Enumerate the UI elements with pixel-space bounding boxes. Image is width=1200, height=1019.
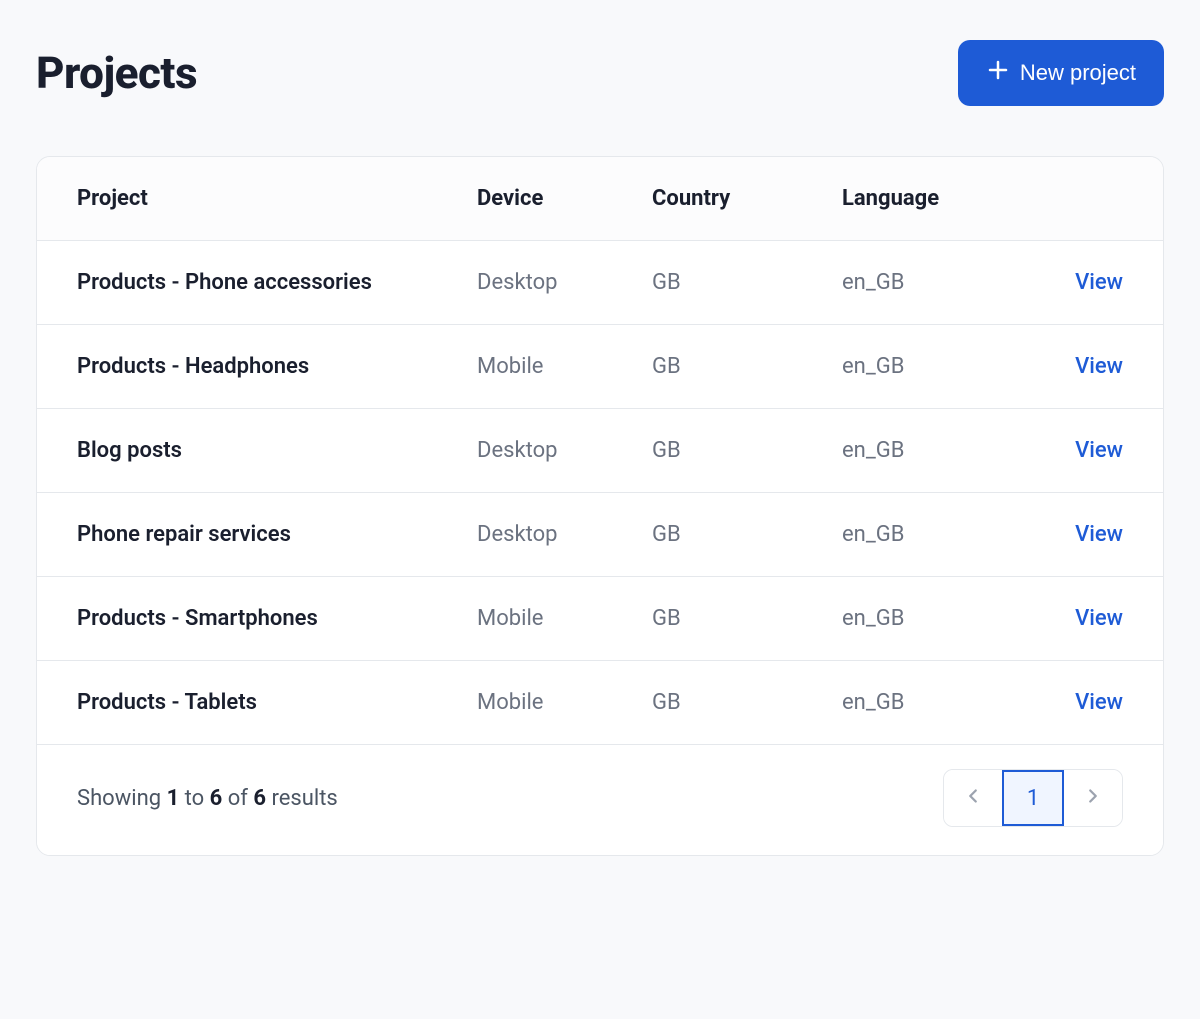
view-link[interactable]: View xyxy=(1075,690,1123,715)
cell-device: Desktop xyxy=(477,438,652,463)
table-body: Products - Phone accessoriesDesktopGBen_… xyxy=(37,241,1163,745)
plus-icon xyxy=(986,58,1010,88)
cell-country: GB xyxy=(652,690,842,715)
cell-country: GB xyxy=(652,606,842,631)
cell-action: View xyxy=(1032,606,1123,631)
cell-device: Mobile xyxy=(477,606,652,631)
view-link[interactable]: View xyxy=(1075,438,1123,463)
cell-device: Desktop xyxy=(477,522,652,547)
showing-prefix: Showing xyxy=(77,786,167,811)
column-header-country: Country xyxy=(652,186,842,211)
cell-device: Mobile xyxy=(477,690,652,715)
pagination-next-button[interactable] xyxy=(1064,770,1122,826)
cell-country: GB xyxy=(652,270,842,295)
new-project-label: New project xyxy=(1020,60,1136,86)
table-row: Blog postsDesktopGBen_GB View xyxy=(37,409,1163,493)
cell-project: Products - Tablets xyxy=(77,690,477,715)
cell-language: en_GB xyxy=(842,690,1032,715)
new-project-button[interactable]: New project xyxy=(958,40,1164,106)
cell-action: View xyxy=(1032,438,1123,463)
view-link[interactable]: View xyxy=(1075,522,1123,547)
cell-language: en_GB xyxy=(842,270,1032,295)
results-summary: Showing 1 to 6 of 6 results xyxy=(77,786,338,811)
table-row: Products - TabletsMobileGBen_GB View xyxy=(37,661,1163,745)
view-link[interactable]: View xyxy=(1075,354,1123,379)
cell-project: Blog posts xyxy=(77,438,477,463)
page-header: Projects New project xyxy=(36,40,1164,106)
table-row: Products - SmartphonesMobileGBen_GB View xyxy=(37,577,1163,661)
cell-action: View xyxy=(1032,690,1123,715)
cell-country: GB xyxy=(652,522,842,547)
chevron-left-icon xyxy=(962,785,984,811)
chevron-right-icon xyxy=(1082,785,1104,811)
page-title: Projects xyxy=(36,47,197,99)
showing-from: 1 xyxy=(167,786,180,811)
cell-language: en_GB xyxy=(842,438,1032,463)
of-word: of xyxy=(222,786,253,811)
results-word: results xyxy=(266,786,338,811)
column-header-language: Language xyxy=(842,186,1032,211)
projects-table-card: Project Device Country Language Products… xyxy=(36,156,1164,856)
cell-country: GB xyxy=(652,438,842,463)
column-header-project: Project xyxy=(77,186,477,211)
cell-language: en_GB xyxy=(842,522,1032,547)
table-footer: Showing 1 to 6 of 6 results 1 xyxy=(37,745,1163,855)
cell-project: Products - Headphones xyxy=(77,354,477,379)
view-link[interactable]: View xyxy=(1075,606,1123,631)
column-header-device: Device xyxy=(477,186,652,211)
pagination-page-current[interactable]: 1 xyxy=(1002,770,1064,826)
cell-device: Desktop xyxy=(477,270,652,295)
to-word: to xyxy=(179,786,209,811)
table-row: Phone repair servicesDesktopGBen_GB View xyxy=(37,493,1163,577)
table-header-row: Project Device Country Language xyxy=(37,157,1163,241)
table-row: Products - Phone accessoriesDesktopGBen_… xyxy=(37,241,1163,325)
cell-country: GB xyxy=(652,354,842,379)
view-link[interactable]: View xyxy=(1075,270,1123,295)
cell-action: View xyxy=(1032,270,1123,295)
pagination: 1 xyxy=(943,769,1123,827)
cell-action: View xyxy=(1032,522,1123,547)
cell-action: View xyxy=(1032,354,1123,379)
cell-project: Products - Phone accessories xyxy=(77,270,477,295)
table-row: Products - HeadphonesMobileGBen_GB View xyxy=(37,325,1163,409)
cell-language: en_GB xyxy=(842,354,1032,379)
showing-to: 6 xyxy=(210,786,223,811)
cell-device: Mobile xyxy=(477,354,652,379)
pagination-prev-button[interactable] xyxy=(944,770,1002,826)
showing-total: 6 xyxy=(253,786,266,811)
cell-project: Products - Smartphones xyxy=(77,606,477,631)
cell-project: Phone repair services xyxy=(77,522,477,547)
cell-language: en_GB xyxy=(842,606,1032,631)
